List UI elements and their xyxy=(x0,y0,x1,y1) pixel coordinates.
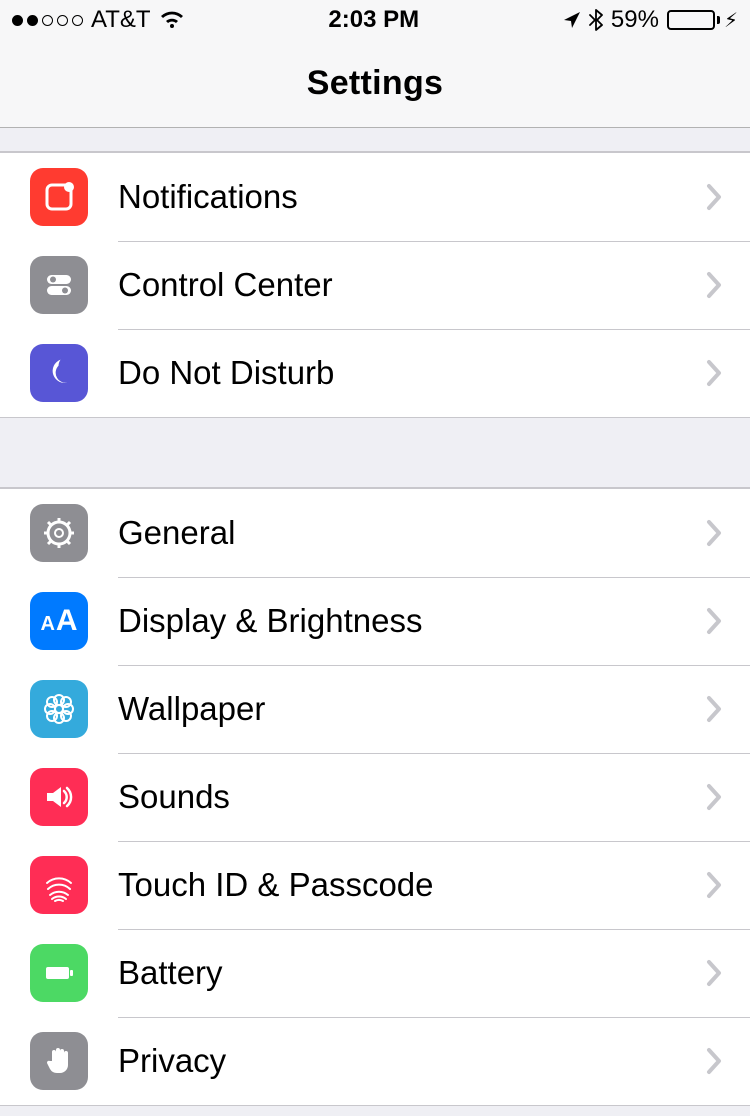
row-control-center[interactable]: Control Center xyxy=(0,241,750,329)
wifi-icon xyxy=(159,10,185,30)
row-do-not-disturb[interactable]: Do Not Disturb xyxy=(0,329,750,417)
status-right: 59% ⚡︎ xyxy=(563,6,738,34)
page-title: Settings xyxy=(307,64,444,103)
settings-group: Notifications Control Center Do Not Dist… xyxy=(0,152,750,418)
row-display-brightness[interactable]: AA Display & Brightness xyxy=(0,577,750,665)
row-label: Notifications xyxy=(118,178,706,216)
chevron-right-icon xyxy=(706,783,722,811)
row-privacy[interactable]: Privacy xyxy=(0,1017,750,1105)
row-label: General xyxy=(118,514,706,552)
row-notifications[interactable]: Notifications xyxy=(0,153,750,241)
row-general[interactable]: General xyxy=(0,489,750,577)
row-wallpaper[interactable]: Wallpaper xyxy=(0,665,750,753)
battery-icon xyxy=(30,944,88,1002)
chevron-right-icon xyxy=(706,695,722,723)
row-label: Control Center xyxy=(118,266,706,304)
settings-group: General AA Display & Brightness Wallpape… xyxy=(0,488,750,1106)
signal-strength-icon xyxy=(12,15,83,26)
chevron-right-icon xyxy=(706,359,722,387)
speaker-icon xyxy=(30,768,88,826)
row-label: Wallpaper xyxy=(118,690,706,728)
hand-icon xyxy=(30,1032,88,1090)
chevron-right-icon xyxy=(706,271,722,299)
chevron-right-icon xyxy=(706,1047,722,1075)
battery-icon: ⚡︎ xyxy=(667,8,738,33)
row-touch-id-passcode[interactable]: Touch ID & Passcode xyxy=(0,841,750,929)
chevron-right-icon xyxy=(706,519,722,547)
settings-list: Notifications Control Center Do Not Dist… xyxy=(0,128,750,1106)
flower-icon xyxy=(30,680,88,738)
status-bar: AT&T 2:03 PM 59% ⚡︎ xyxy=(0,0,750,40)
row-battery[interactable]: Battery xyxy=(0,929,750,1017)
row-label: Battery xyxy=(118,954,706,992)
row-label: Privacy xyxy=(118,1042,706,1080)
location-icon xyxy=(563,11,581,29)
chevron-right-icon xyxy=(706,607,722,635)
notifications-icon xyxy=(30,168,88,226)
text-size-icon: AA xyxy=(30,592,88,650)
status-time: 2:03 PM xyxy=(328,6,419,34)
group-spacer xyxy=(0,418,750,488)
row-label: Sounds xyxy=(118,778,706,816)
row-label: Do Not Disturb xyxy=(118,354,706,392)
group-spacer xyxy=(0,128,750,152)
nav-bar: Settings xyxy=(0,40,750,128)
chevron-right-icon xyxy=(706,183,722,211)
fingerprint-icon xyxy=(30,856,88,914)
row-label: Touch ID & Passcode xyxy=(118,866,706,904)
chevron-right-icon xyxy=(706,871,722,899)
moon-icon xyxy=(30,344,88,402)
row-label: Display & Brightness xyxy=(118,602,706,640)
row-sounds[interactable]: Sounds xyxy=(0,753,750,841)
status-left: AT&T xyxy=(12,6,185,34)
gear-icon xyxy=(30,504,88,562)
chevron-right-icon xyxy=(706,959,722,987)
control-center-icon xyxy=(30,256,88,314)
battery-percent: 59% xyxy=(611,6,659,34)
carrier-label: AT&T xyxy=(91,6,151,34)
bluetooth-icon xyxy=(589,9,603,31)
